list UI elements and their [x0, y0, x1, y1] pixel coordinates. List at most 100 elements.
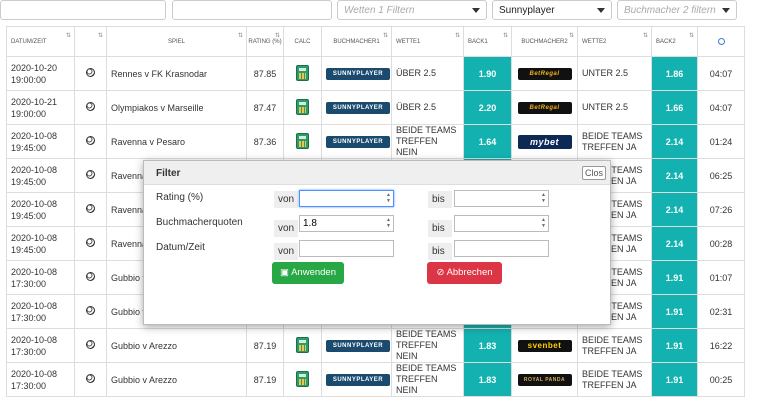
date-value: 2020-10-20 [11, 62, 58, 73]
rating-value: 87.19 [253, 340, 277, 351]
back2-cell[interactable]: 1.91 [651, 260, 698, 295]
col-bet1[interactable]: WETTE1 ⇅ [391, 26, 464, 57]
bet1-value: BEIDE TEAMS TREFFEN NEIN [396, 363, 457, 395]
apply-button[interactable]: ▣ Anwenden [272, 262, 344, 284]
bet2-value: BEIDE TEAMS TREFFEN JA [582, 334, 643, 356]
bookmaker2-logo[interactable]: mybet [517, 134, 572, 149]
bookmaker1-cell: SUNNYPLAYER [321, 328, 392, 363]
table-row[interactable]: 2020-10-08 19:45:00 Ravenna v Pesaro 87.3… [6, 124, 745, 159]
sport-cell [74, 158, 107, 193]
filter-bar: Wetten 1 Filtern Sunnyplayer Buchmacher … [0, 0, 760, 22]
spinner-icon[interactable]: ▲ ▼ [386, 192, 391, 204]
back2-cell[interactable]: 2.14 [651, 158, 698, 193]
back2-cell[interactable]: 1.91 [651, 328, 698, 363]
modal-close-button[interactable]: Clos [581, 166, 606, 180]
spinner-icon[interactable]: ▲ ▼ [541, 217, 546, 229]
filter-select-1[interactable] [0, 0, 166, 20]
odds-filter-row: Buchmacherquoten von 1.8 ▲ ▼ bis ▲ ▼ [144, 213, 610, 237]
rating-to-label: bis [428, 191, 452, 208]
back1-cell[interactable]: 1.83 [463, 362, 512, 397]
back2-cell[interactable]: 2.14 [651, 192, 698, 227]
calculator-icon[interactable] [296, 64, 309, 81]
calc-cell[interactable] [283, 124, 322, 159]
bookmaker1-filter-select[interactable]: Sunnyplayer [492, 0, 612, 20]
rating-cell: 87.36 [246, 124, 284, 159]
table-row[interactable]: 2020-10-21 19:00:00 Olympiakos v Marseill… [6, 90, 745, 125]
cancel-button[interactable]: ⊘ Abbrechen [427, 262, 502, 284]
back1-cell[interactable]: 1.83 [463, 328, 512, 363]
rating-to-input[interactable]: ▲ ▼ [454, 190, 549, 207]
calc-cell[interactable] [283, 56, 322, 91]
back2-cell[interactable]: 1.91 [651, 362, 698, 397]
calculator-icon[interactable] [296, 98, 309, 115]
date-to-input[interactable] [454, 240, 549, 257]
time-left-cell: 04:07 [697, 90, 745, 125]
chevron-down-icon [722, 8, 730, 13]
bookmaker1-logo[interactable]: SUNNYPLAYER [326, 68, 390, 80]
back2-cell[interactable]: 2.14 [651, 226, 698, 261]
date-from-input[interactable] [299, 240, 394, 257]
col-sport[interactable]: ⇅ [74, 26, 107, 57]
col-bet2[interactable]: WETTE2 ⇅ [577, 26, 652, 57]
bookmaker1-logo[interactable]: SUNNYPLAYER [326, 102, 390, 114]
rating-value: 87.19 [253, 374, 277, 385]
calculator-icon[interactable] [296, 336, 309, 353]
col-bookmaker1[interactable]: BUCHMACHER1 ⇅ [321, 26, 392, 57]
sport-cell [74, 362, 107, 397]
bookmaker1-logo[interactable]: SUNNYPLAYER [326, 340, 390, 352]
back1-cell[interactable]: 2.20 [463, 90, 512, 125]
back1-value: 2.20 [478, 102, 497, 113]
filter-select-2[interactable] [172, 0, 332, 20]
table-row[interactable]: 2020-10-08 17:30:00 Gubbio v Arezzo 87.19… [6, 328, 745, 363]
calc-cell[interactable] [283, 362, 322, 397]
date-value: 2020-10-08 [11, 198, 58, 209]
sort-icon: ⇅ [274, 33, 280, 39]
time-left-value: 01:24 [709, 136, 733, 147]
back2-cell[interactable]: 1.91 [651, 294, 698, 329]
date-value: 2020-10-08 [11, 368, 58, 379]
bookmaker1-logo[interactable]: SUNNYPLAYER [326, 136, 390, 148]
time-left-value: 06:25 [709, 170, 733, 181]
col-back2[interactable]: BACK2 ⇅ [651, 26, 698, 57]
date-cell: 2020-10-08 19:45:00 [6, 192, 75, 227]
time-left-cell: 00:25 [697, 362, 745, 397]
bookmaker2-logo[interactable]: BetRegal [517, 68, 572, 80]
calculator-icon[interactable] [296, 370, 309, 387]
sport-cell [74, 226, 107, 261]
back1-cell[interactable]: 1.64 [463, 124, 512, 159]
spinner-icon[interactable]: ▲ ▼ [541, 192, 546, 204]
date-from-label: von [274, 243, 298, 260]
bookmaker1-cell: SUNNYPLAYER [321, 362, 392, 397]
calc-cell[interactable] [283, 328, 322, 363]
col-bookmaker2[interactable]: BUCHMACHER2 ⇅ [511, 26, 578, 57]
wetten1-filter-select[interactable]: Wetten 1 Filtern [337, 0, 487, 20]
back2-cell[interactable]: 1.86 [651, 56, 698, 91]
odds-to-input[interactable]: ▲ ▼ [454, 215, 549, 232]
table-row[interactable]: 2020-10-08 17:30:00 Gubbio v Arezzo 87.19… [6, 362, 745, 397]
col-time-left[interactable] [697, 26, 745, 57]
bookmaker1-logo[interactable]: SUNNYPLAYER [326, 374, 390, 386]
col-game[interactable]: SPIEL ⇅ [106, 26, 247, 57]
bet1-cell: ÜBER 2.5 [391, 56, 464, 91]
bet2-cell: BEIDE TEAMS TREFFEN JA [577, 124, 652, 159]
bookmaker2-logo[interactable]: ROYAL PANDA [517, 374, 572, 386]
table-row[interactable]: 2020-10-20 19:00:00 Rennes v FK Krasnodar… [6, 56, 745, 91]
rating-from-input[interactable]: ▲ ▼ [299, 190, 394, 207]
bookmaker2-filter-select[interactable]: Buchmacher 2 filtern [617, 0, 737, 20]
bookmaker2-logo[interactable]: svenbet [517, 339, 572, 352]
col-date[interactable]: DATUM/ZEIT ⇅ [6, 26, 75, 57]
calculator-icon[interactable] [296, 132, 309, 149]
back1-cell[interactable]: 1.90 [463, 56, 512, 91]
bookmaker1-cell: SUNNYPLAYER [321, 56, 392, 91]
bookmaker2-logo[interactable]: BetRegal [517, 102, 572, 114]
calc-cell[interactable] [283, 90, 322, 125]
spinner-icon[interactable]: ▲ ▼ [386, 217, 391, 229]
odds-from-input[interactable]: 1.8 ▲ ▼ [299, 215, 394, 232]
sort-icon: ⇅ [688, 33, 694, 39]
col-back1[interactable]: BACK1 ⇅ [463, 26, 512, 57]
time-left-value: 01:07 [709, 272, 733, 283]
col-rating[interactable]: RATING (%) ⇅ [246, 26, 284, 57]
back2-cell[interactable]: 1.66 [651, 90, 698, 125]
time-left-cell: 02:31 [697, 294, 745, 329]
back2-cell[interactable]: 2.14 [651, 124, 698, 159]
